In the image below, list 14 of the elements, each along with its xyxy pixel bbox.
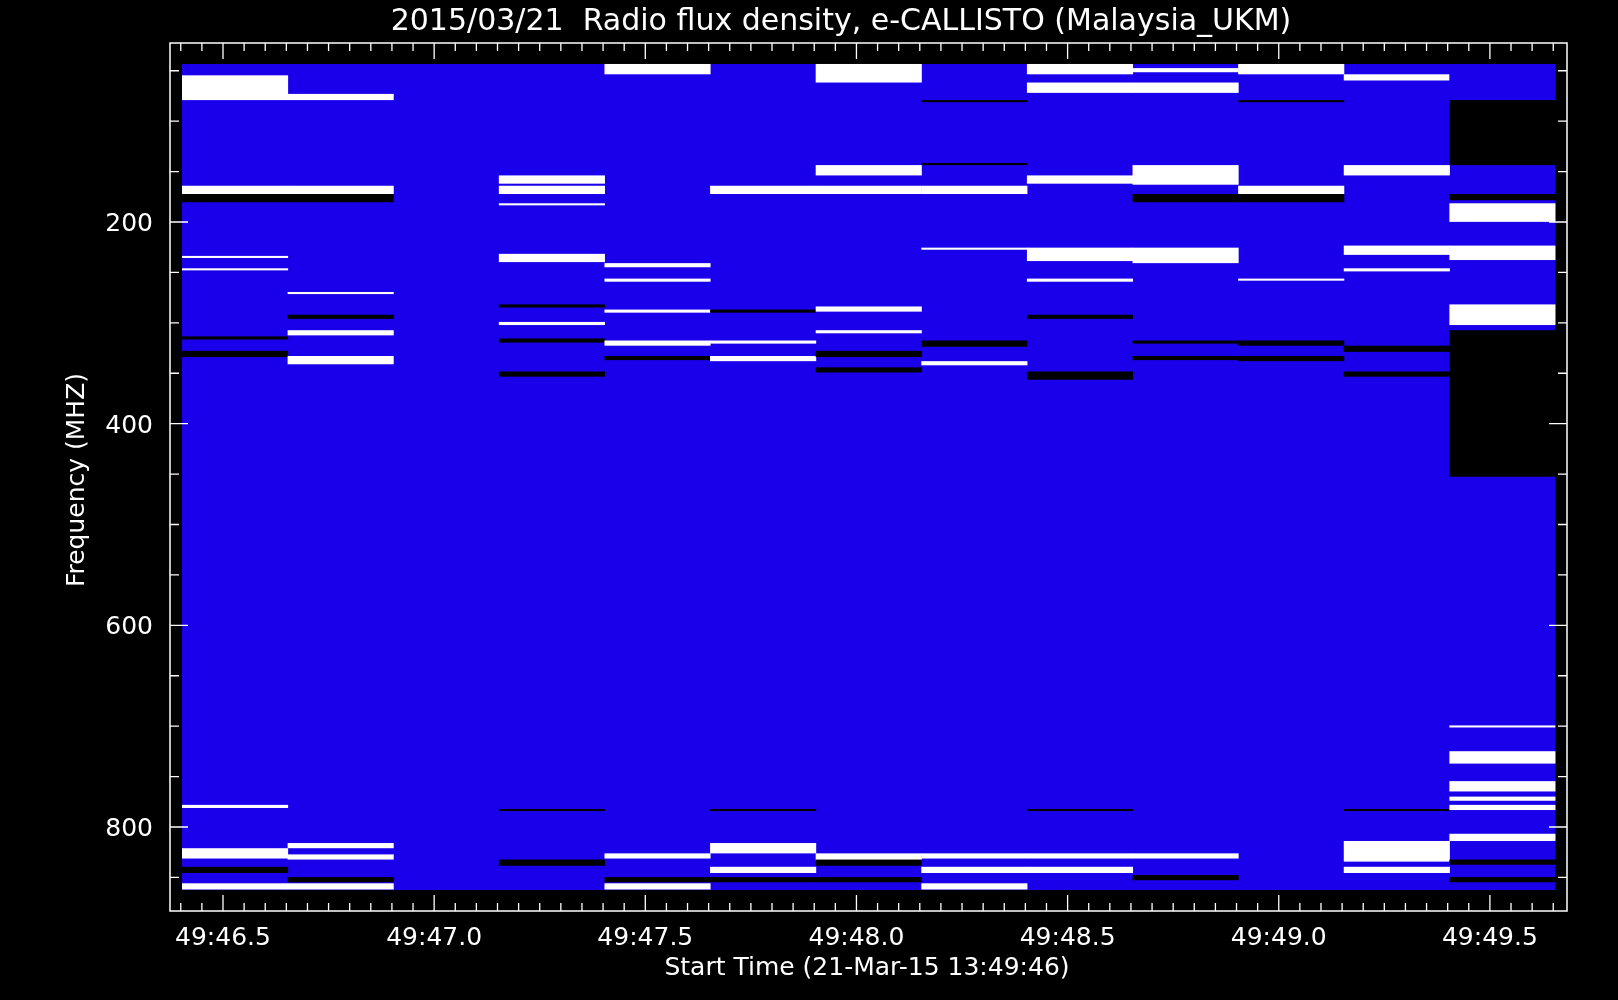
tick-label: 49:46.5 <box>175 922 271 951</box>
tick-label: 49:49.0 <box>1230 922 1327 951</box>
tick-label: 49:49.5 <box>1441 922 1538 951</box>
tick-label: 600 <box>105 611 153 641</box>
tick-label: 800 <box>105 813 153 842</box>
tick-label: 200 <box>105 208 153 237</box>
tick-label: 400 <box>105 409 153 439</box>
tick-label: 49:47.5 <box>597 922 694 951</box>
tick-label: 49:47.0 <box>386 922 483 951</box>
tick-label: 49:48.0 <box>808 922 905 951</box>
axis-label: Frequency (MHZ) <box>61 372 90 588</box>
tick-label: 49:48.5 <box>1019 922 1116 951</box>
chart-title: 2015/03/21 Radio flux density, e-CALLISTO (Malaysia_UKM) <box>390 2 1292 37</box>
axis-label: Start Time (21-Mar-15 13:49:46) <box>664 952 1070 981</box>
